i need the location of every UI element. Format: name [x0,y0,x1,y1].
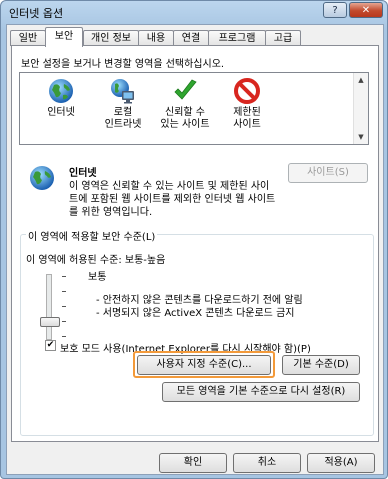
title-bar[interactable]: 인터넷 옵션 ? ✕ [1,1,387,23]
restricted-icon [234,78,260,104]
intranet-icon [111,79,134,104]
tab-privacy[interactable]: 개인 정보 [83,30,139,46]
selected-zone-description: 이 영역은 신뢰할 수 있는 사이트 및 제한된 사이 트에 포함된 웹 사이트… [69,181,276,218]
window-title: 인터넷 옵션 [9,7,64,20]
internet-options-window: 인터넷 옵션 ? ✕ 일반 보안 개인 정보 내용 연결 프로그램 고급 보안 … [0,0,388,479]
tab-connections[interactable]: 연결 [173,30,209,46]
security-level-slider-track[interactable] [46,274,52,340]
security-level-slider-thumb[interactable] [40,317,60,327]
default-level-button[interactable]: 기본 수준(D) [282,355,360,375]
dialog-body: 일반 보안 개인 정보 내용 연결 프로그램 고급 보안 설정을 보거나 변경할… [6,24,384,475]
help-button[interactable]: ? [323,2,347,18]
zone-local-intranet-label: 로컬 인트라넷 [104,107,142,130]
reset-all-zones-button[interactable]: 모든 영역을 기본 수준으로 다시 설정(R) [162,382,360,402]
zone-restricted-sites-label: 제한된 사이트 [233,107,261,130]
security-level-group-title: 이 영역에 적용할 보안 수준(L) [26,228,158,243]
zone-trusted-sites-label: 신뢰할 수 있는 사이트 [160,107,210,130]
zone-local-intranet[interactable]: 로컬 인트라넷 [90,77,156,131]
globe-icon [49,79,73,103]
zone-instruction: 보안 설정을 보거나 변경할 영역을 선택하십시오. [21,59,225,70]
scroll-down-icon[interactable]: ▼ [354,130,368,144]
zone-internet-label: 인터넷 [47,107,75,118]
selected-zone-name: 인터넷 [69,168,97,179]
zone-internet[interactable]: 인터넷 [28,77,94,119]
zone-list: 인터넷 로컬 인트라넷 신뢰할 수 있는 사이트 제한된 사이트 ▲ ▼ [19,72,369,145]
apply-button[interactable]: 적용(A) [307,453,375,473]
selected-zone-globe-icon [30,166,54,190]
tab-advanced[interactable]: 고급 [265,30,301,46]
sites-button[interactable]: 사이트(S) [288,163,368,183]
slider-tick [62,336,66,337]
allowed-levels-text: 이 영역에 허용된 수준: 보통-높음 [26,255,166,266]
cancel-button[interactable]: 취소 [233,453,301,473]
tab-security[interactable]: 보안 [45,27,83,47]
scroll-up-icon[interactable]: ▲ [354,73,368,87]
close-button[interactable]: ✕ [349,2,383,18]
slider-tick [62,306,66,307]
custom-level-button[interactable]: 사용자 지정 수준(C)... [137,355,271,375]
protected-mode-checkbox[interactable]: ✔ [45,340,56,351]
security-level-bullet: - 서명되지 않은 ActiveX 콘텐츠 다운로드 금지 [96,308,295,319]
slider-tick [62,276,66,277]
tab-general[interactable]: 일반 [10,30,46,46]
zone-list-scrollbar[interactable]: ▲ ▼ [353,73,368,144]
security-level-name: 보통 [88,272,107,283]
ok-button[interactable]: 확인 [159,453,227,473]
security-tab-panel: 보안 설정을 보거나 변경할 영역을 선택하십시오. 인터넷 로컬 인트라넷 신… [11,45,379,442]
tab-programs[interactable]: 프로그램 [208,30,266,46]
checkmark-icon [174,79,197,100]
slider-tick [62,291,66,292]
zone-restricted-sites[interactable]: 제한된 사이트 [214,77,280,131]
slider-tick [62,321,66,322]
tab-content[interactable]: 내용 [138,30,174,46]
zone-trusted-sites[interactable]: 신뢰할 수 있는 사이트 [152,77,218,131]
